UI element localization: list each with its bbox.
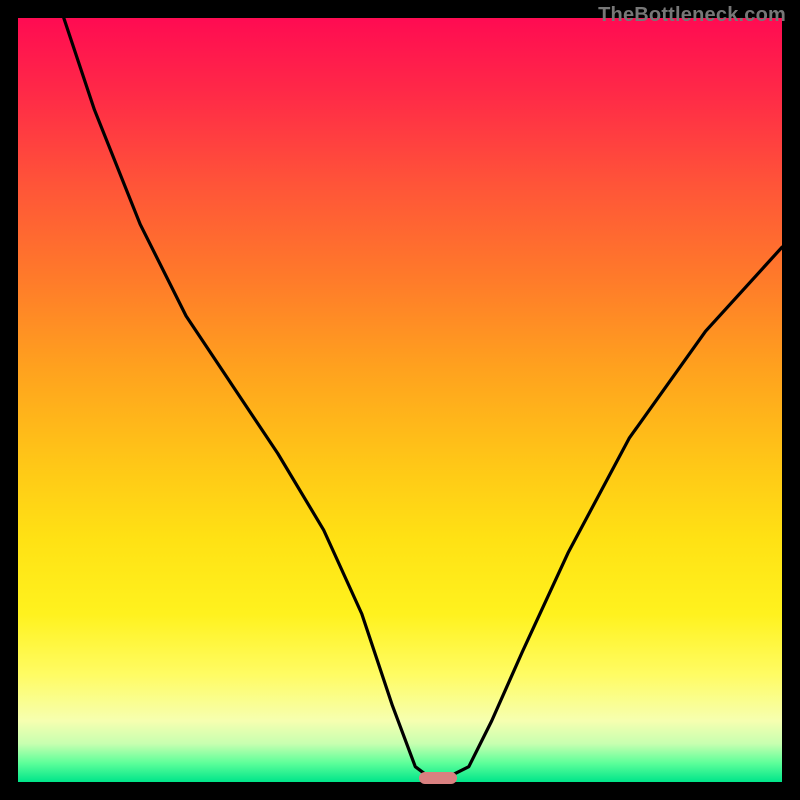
plot-area bbox=[18, 18, 782, 782]
watermark-text: TheBottleneck.com bbox=[598, 4, 786, 27]
minimum-marker bbox=[419, 772, 457, 784]
chart-canvas: TheBottleneck.com bbox=[0, 0, 800, 800]
curve-svg bbox=[18, 18, 782, 782]
bottleneck-curve bbox=[64, 18, 782, 778]
